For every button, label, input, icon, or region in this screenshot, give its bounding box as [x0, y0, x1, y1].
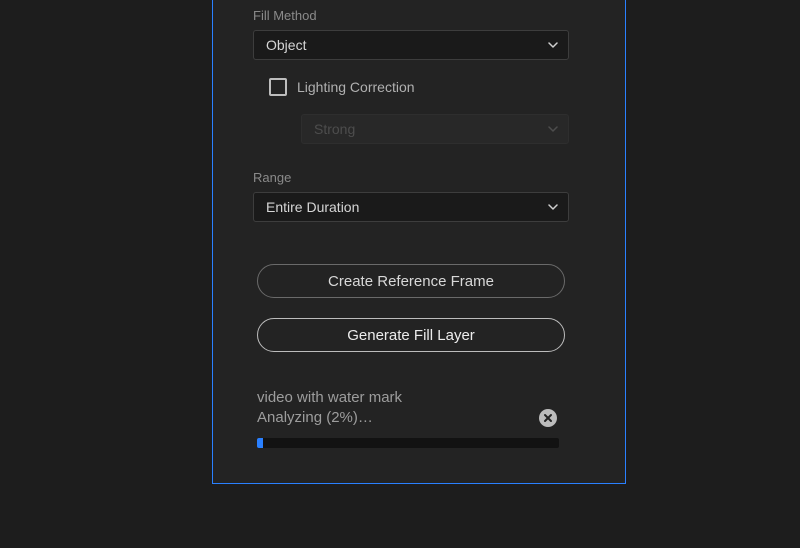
status-text: video with water mark Analyzing (2%)… — [257, 388, 529, 429]
close-icon — [543, 413, 553, 423]
chevron-down-icon — [548, 126, 558, 132]
lighting-correction-checkbox[interactable] — [269, 78, 287, 96]
generate-fill-layer-button[interactable]: Generate Fill Layer — [257, 318, 565, 352]
lighting-correction-row: Lighting Correction — [269, 78, 415, 96]
create-reference-frame-label: Create Reference Frame — [328, 273, 494, 290]
lighting-strength-select: Strong — [301, 114, 569, 144]
content-aware-fill-panel: Fill Method Object Lighting Correction S… — [212, 0, 626, 484]
progress-bar — [257, 438, 559, 448]
cancel-analysis-button[interactable] — [539, 409, 557, 427]
lighting-strength-value: Strong — [314, 121, 355, 137]
progress-fill — [257, 438, 263, 448]
status-line1: video with water mark — [257, 388, 529, 408]
range-label: Range — [253, 170, 291, 185]
chevron-down-icon — [548, 204, 558, 210]
fill-method-select[interactable]: Object — [253, 30, 569, 60]
create-reference-frame-button[interactable]: Create Reference Frame — [257, 264, 565, 298]
status-line2: Analyzing (2%)… — [257, 408, 529, 428]
fill-method-label: Fill Method — [253, 8, 317, 23]
range-value: Entire Duration — [266, 199, 359, 215]
generate-fill-layer-label: Generate Fill Layer — [347, 327, 475, 344]
fill-method-value: Object — [266, 37, 306, 53]
chevron-down-icon — [548, 42, 558, 48]
range-select[interactable]: Entire Duration — [253, 192, 569, 222]
lighting-correction-label: Lighting Correction — [297, 79, 415, 95]
